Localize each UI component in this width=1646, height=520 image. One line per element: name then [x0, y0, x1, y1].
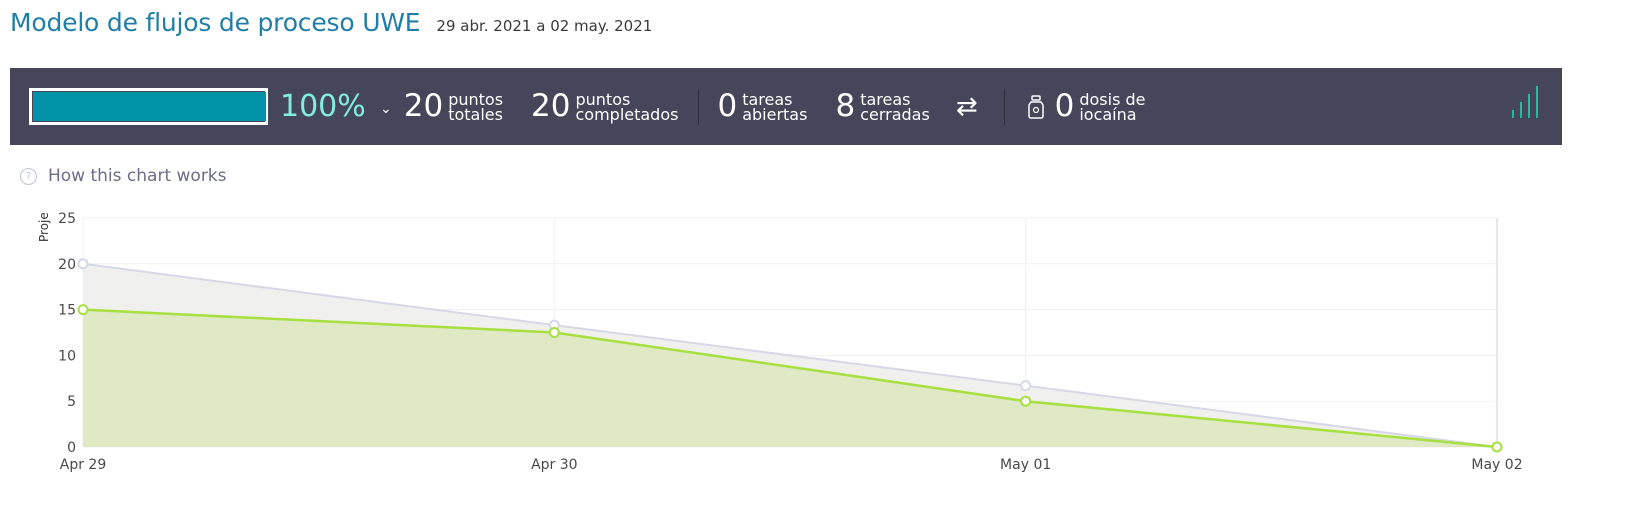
burndown-chart: 0 5 10 15 20 25 Apr 29 Apr 30 May 01 May 02 Proj… — [37, 211, 1523, 473]
completed-points-label-2: completados — [575, 104, 679, 124]
y-tick-label: 25 — [58, 211, 76, 227]
y-tick-label: 15 — [58, 303, 76, 319]
series-0-point — [77, 258, 89, 270]
y-tick-label: 5 — [67, 394, 76, 410]
total-points-label-2: totales — [448, 104, 503, 124]
x-tick-label: May 01 — [1000, 457, 1051, 473]
completed-points-value: 20 — [531, 88, 571, 124]
closed-tasks-label-2: cerradas — [860, 104, 930, 124]
divider — [698, 88, 700, 125]
series-1-point — [548, 327, 560, 338]
open-tasks-value: 0 — [717, 88, 738, 124]
series-1-point — [1020, 395, 1032, 407]
chevron-down-icon[interactable]: ⌄ — [380, 101, 392, 117]
x-tick-label: May 02 — [1471, 457, 1522, 473]
divider — [1003, 88, 1005, 125]
total-points-value: 20 — [403, 88, 444, 124]
page-title: Modelo de flujos de proceso UWE — [10, 8, 421, 37]
x-tick-label: Apr 30 — [531, 457, 577, 473]
y-axis-label: Proje — [37, 212, 51, 242]
y-tick-label: 0 — [67, 440, 76, 456]
progress-percent: 100% — [280, 89, 366, 124]
y-tick-label: 10 — [58, 348, 76, 364]
total-points-stat: 20 puntos totales — [403, 88, 503, 124]
y-tick-label: 20 — [58, 257, 76, 273]
progress-bar-fill — [33, 92, 266, 121]
help-icon: ? — [20, 167, 37, 185]
iocaine-label-2: iocaína — [1079, 104, 1137, 124]
series-1-point — [77, 304, 89, 316]
series-0-point — [1020, 380, 1032, 392]
series-1-point — [1491, 441, 1503, 453]
date-range: 29 abr. 2021 a 02 may. 2021 — [436, 17, 653, 35]
help-text: How this chart works — [48, 166, 227, 186]
closed-tasks-stat: 8 tareas cerradas — [835, 88, 930, 124]
open-tasks-stat: 0 tareas abiertas — [717, 88, 808, 124]
open-tasks-label-2: abiertas — [742, 104, 808, 124]
progress-bar — [29, 88, 268, 125]
closed-tasks-value: 8 — [835, 88, 856, 124]
signal-bars-icon[interactable] — [1512, 86, 1538, 118]
swap-arrows-icon[interactable]: ⇄ — [956, 92, 978, 122]
stats-bar: 100% ⌄ 20 puntos totales 20 puntos complet… — [10, 68, 1562, 145]
completed-points-stat: 20 puntos completados — [531, 88, 679, 124]
iocaine-stat: 0 dosis de iocaína — [1054, 88, 1146, 124]
title-row: Modelo de flujos de proceso UWE 29 abr. … — [10, 8, 652, 48]
x-tick-label: Apr 29 — [60, 457, 106, 473]
help-link[interactable]: ? How this chart works — [20, 166, 227, 186]
iocaine-jar-icon — [1027, 94, 1045, 119]
iocaine-value: 0 — [1054, 88, 1075, 124]
